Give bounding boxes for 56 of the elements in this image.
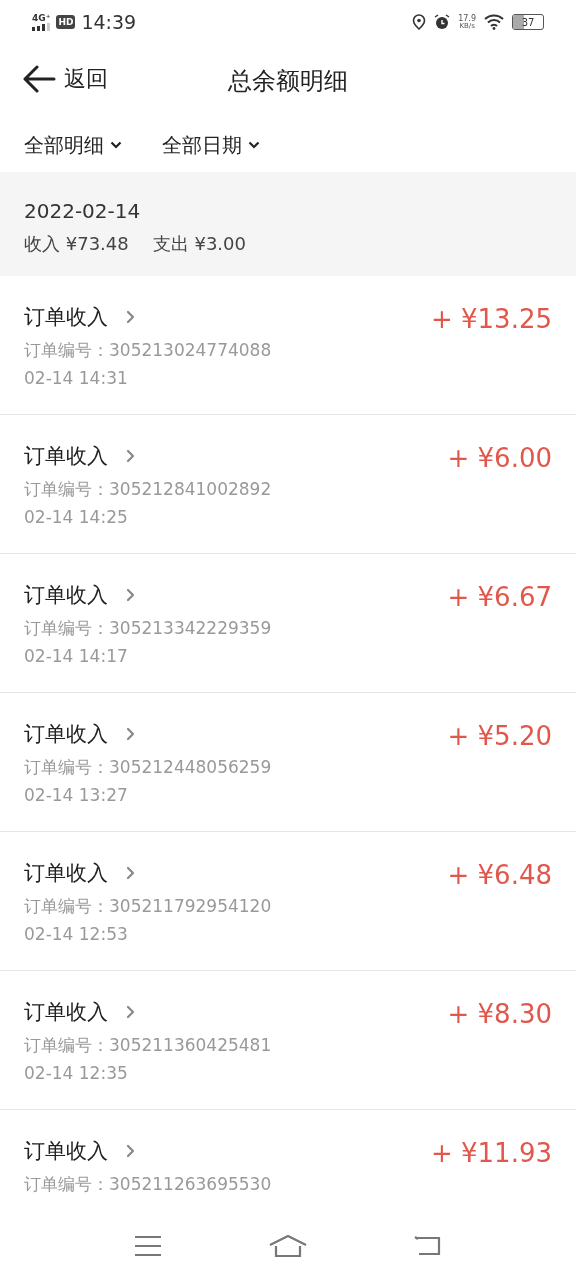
transaction-amount: + ¥11.93: [430, 1137, 552, 1170]
order-number: 订单编号：305212448056259: [24, 756, 272, 779]
network-type: 4G⁺: [32, 13, 51, 23]
network-speed: 17.9: [458, 14, 476, 23]
caret-icon: [248, 141, 260, 149]
transaction-amount: + ¥8.30: [447, 998, 552, 1031]
transaction-amount: + ¥6.00: [447, 442, 552, 475]
chevron-right-icon: [126, 727, 136, 741]
transaction-title[interactable]: 订单收入: [24, 997, 108, 1027]
transaction-title[interactable]: 订单收入: [24, 719, 108, 749]
chevron-right-icon: [126, 588, 136, 602]
transaction-time: 02-14 13:27: [24, 784, 129, 807]
menu-icon[interactable]: [133, 1235, 162, 1257]
chevron-right-icon: [126, 449, 136, 463]
chevron-right-icon: [126, 866, 136, 880]
transaction-title[interactable]: 订单收入: [24, 441, 108, 471]
signal-icon: [32, 22, 50, 31]
order-number: 订单编号：305212841002892: [24, 478, 272, 501]
order-number: 订单编号：305211360425481: [24, 1034, 272, 1057]
transaction-amount: + ¥6.67: [447, 581, 552, 614]
transaction-title[interactable]: 订单收入: [24, 858, 108, 888]
order-number: 订单编号：305213024774088: [24, 339, 272, 362]
chevron-right-icon: [126, 1005, 136, 1019]
transaction-time: 02-14 12:53: [24, 923, 129, 946]
battery-indicator: 37: [512, 14, 544, 30]
filter-dropdown[interactable]: 全部日期: [162, 130, 260, 160]
order-number: 订单编号：305213342229359: [24, 617, 272, 640]
back-button[interactable]: 返回: [22, 62, 108, 95]
expense-total: 支出 ¥3.00: [152, 232, 246, 256]
filter-dropdown[interactable]: 全部明细: [24, 130, 122, 160]
alarm-icon: [434, 14, 451, 30]
page-title: 总余额明细: [228, 66, 348, 97]
order-number: 订单编号：305211792954120: [24, 895, 272, 918]
transaction-time: 02-14 14:31: [24, 367, 129, 390]
back-icon[interactable]: [414, 1235, 443, 1257]
transaction-title[interactable]: 订单收入: [24, 302, 108, 332]
transaction-amount: + ¥5.20: [447, 720, 552, 753]
transaction-time: 02-14 12:35: [24, 1062, 129, 1085]
location-icon: [412, 14, 427, 30]
wifi-icon: [484, 14, 504, 30]
transaction-amount: + ¥13.25: [430, 303, 552, 336]
transaction-title[interactable]: 订单收入: [24, 1136, 108, 1166]
caret-icon: [110, 141, 122, 149]
summary-date: 2022-02-14: [24, 198, 142, 224]
home-icon[interactable]: [269, 1234, 307, 1258]
income-total: 收入 ¥73.48: [24, 232, 129, 256]
chevron-right-icon: [126, 1144, 136, 1158]
transaction-time: 02-14 14:25: [24, 506, 129, 529]
transaction-time: 02-14 14:17: [24, 645, 129, 668]
chevron-right-icon: [126, 310, 136, 324]
back-arrow-icon: [22, 64, 56, 93]
order-number: 订单编号：305211263695530: [24, 1173, 272, 1196]
transaction-amount: + ¥6.48: [447, 859, 552, 892]
clock-time: 14:39: [81, 9, 137, 35]
hd-badge: HD: [56, 15, 76, 29]
transaction-title[interactable]: 订单收入: [24, 580, 108, 610]
